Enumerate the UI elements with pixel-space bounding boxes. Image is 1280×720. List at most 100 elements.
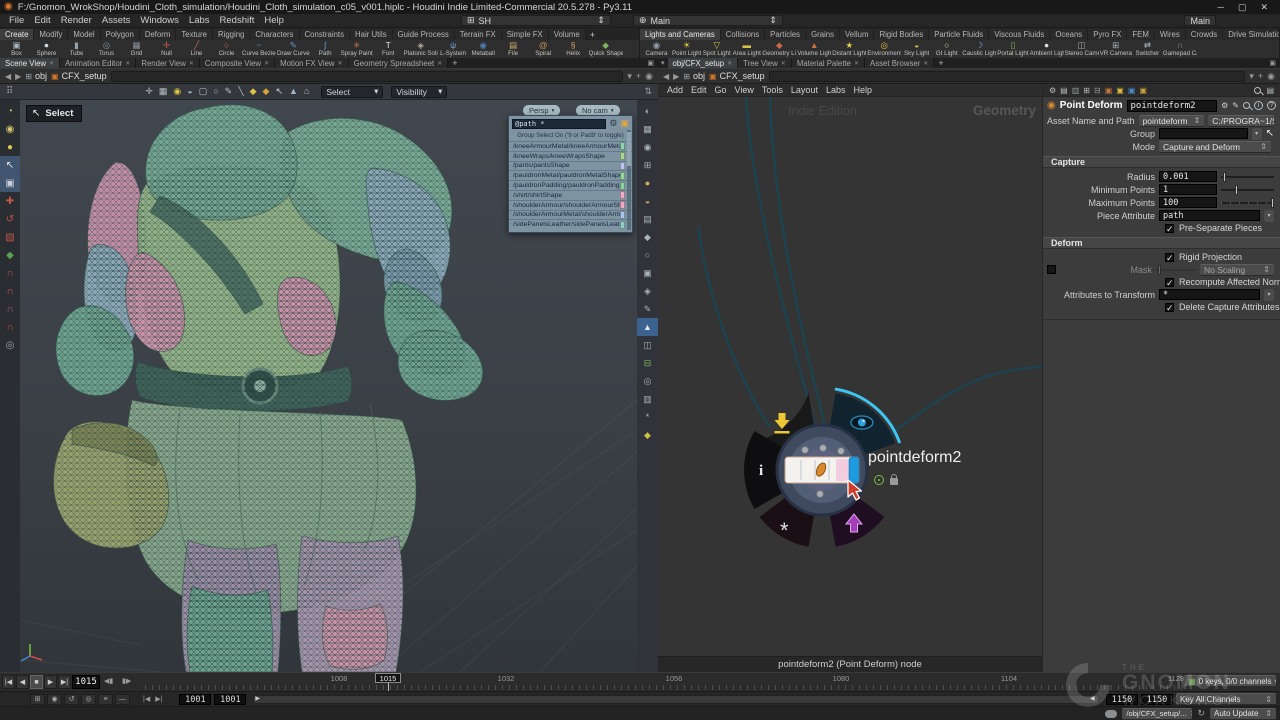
shelf-tool[interactable]: ◎ Torus [92,40,121,58]
link-icon[interactable]: ◉ [645,71,653,82]
network-menu-item[interactable]: Labs [822,85,850,95]
toolbox-tool-icon[interactable]: ∩ [0,318,20,336]
close-button[interactable]: ✕ [1260,2,1268,13]
menu-item[interactable]: Redshift [215,15,260,26]
group-list-item[interactable]: /kneeArmourMetal/kneeArmourMetal [509,141,632,151]
global-range-start-field[interactable]: 1001 [179,694,211,705]
popup-scrollbar[interactable] [627,130,631,230]
minimize-button[interactable]: ─ [1218,2,1224,13]
pane-tab[interactable]: Geometry Spreadsheet ✕ [349,58,449,68]
toolbox-tool-icon[interactable]: ◎ [0,336,20,354]
shelf-tab[interactable]: Polygon [101,29,140,40]
close-tab-icon[interactable]: ✕ [264,60,269,67]
pane-tab[interactable]: obj/CFX_setup ✕ [668,58,739,68]
shelf-tab[interactable]: Vellum [840,29,874,40]
max-points-slider[interactable] [1221,197,1274,209]
vp-tool-icon[interactable]: ○ [213,86,218,97]
shelf-tab[interactable]: Texture [176,29,213,40]
fast-forward-button[interactable]: ▶| [58,675,71,689]
close-tab-icon[interactable]: ✕ [338,60,343,67]
close-tab-icon[interactable]: ✕ [854,60,859,67]
shelf-tool[interactable]: § Helix [559,40,588,58]
help-icon[interactable]: ? [1267,101,1276,110]
node-name-field[interactable]: pointdeform2 [1127,100,1218,112]
refresh-icon[interactable]: ↻ [1197,708,1205,719]
shelf-tool[interactable]: ▽ Spot Light [702,40,731,58]
grip-icon[interactable]: ⠿ [6,86,13,97]
display-option-icon[interactable]: ▲ [637,318,658,336]
display-option-icon[interactable]: ◆ [637,228,658,246]
shelf-tab[interactable]: Modify [34,29,68,40]
update-mode-dropdown[interactable]: Auto Update⇕ [1210,708,1276,720]
params-toolbar-icon[interactable]: ⊟ [1094,86,1101,95]
current-frame-field[interactable]: 1015 [72,675,100,689]
attrs-transform-input[interactable]: * [1159,289,1260,300]
pane-tab[interactable]: Material Palette ✕ [792,58,865,68]
display-option-icon[interactable]: ▥ [637,390,658,408]
toolbox-tool-icon[interactable]: ∩ [0,264,20,282]
shelf-tab[interactable]: Constraints [300,29,350,40]
chevron-down-icon[interactable]: ▾ [627,71,632,82]
sort-icon[interactable]: ⇅ [644,86,652,97]
close-tab-icon[interactable]: ✕ [727,60,732,67]
shelf-tool[interactable]: ▣ Box [2,40,31,58]
menu-item[interactable]: Windows [135,15,184,26]
shelf-tool[interactable]: ✳ Spray Paint [341,40,373,58]
asset-name-dropdown[interactable]: pointdeform⇕ [1139,115,1205,127]
path-field[interactable] [111,71,624,82]
shelf-tab[interactable]: Rigging [213,29,250,40]
info-icon[interactable]: i [1254,101,1263,110]
pane-tab[interactable]: Scene View ✕ [0,58,60,68]
shelf-tab[interactable]: Lights and Cameras [640,29,721,40]
display-option-icon[interactable]: ◉ [637,138,658,156]
back-icon[interactable]: ◀ [663,72,669,81]
close-tab-icon[interactable]: ✕ [781,60,786,67]
gear-icon[interactable]: ⚙ [1221,101,1228,110]
range-end-icon[interactable]: ▶| [155,695,162,703]
close-tab-icon[interactable]: ✕ [923,60,928,67]
menu-item[interactable]: File [4,15,29,26]
pencil-icon[interactable]: ✎ [1232,101,1239,110]
menu-item[interactable]: Edit [29,15,55,26]
playbar-option-icon[interactable]: ⊞ [30,694,45,705]
range-start-icon[interactable]: |◀ [143,695,150,703]
desktop-selector[interactable]: ⊕ Main ⇕ [633,15,783,26]
shelf-tool[interactable]: ▤ File [499,40,528,58]
toolbox-tool-icon[interactable]: ▣ [0,174,20,192]
close-tab-icon[interactable]: ✕ [49,60,54,67]
group-list-item[interactable]: /pauldronMetal/pauldronMetalShape [509,170,632,180]
gear-icon[interactable]: ⚙ [609,118,617,129]
shelf-tool[interactable]: ψ L-System [439,40,468,58]
visibility-dropdown[interactable]: Visibility ▾ [391,86,447,98]
toolbox-tool-icon[interactable]: ∩ [0,282,20,300]
shelf-tool[interactable]: ⊞ VR Camera [1100,40,1132,58]
shelf-tab[interactable]: Particles [765,29,806,40]
message-bubble-icon[interactable] [1105,710,1117,718]
menu-item[interactable]: Assets [97,15,136,26]
group-filter-field[interactable]: @path * [512,119,606,129]
display-option-icon[interactable]: * [637,408,658,426]
shelf-tab[interactable]: Volume [549,29,586,40]
shelf-tab[interactable]: Oceans [1050,29,1088,40]
shelf-tool[interactable]: ◒ Sky Light [902,40,931,58]
add-pane-tab-icon[interactable]: + [448,58,461,68]
display-option-icon[interactable]: ◒ [637,192,658,210]
params-toolbar-icon[interactable]: ▣ [1116,86,1124,95]
group-list-item[interactable]: /shirt/shirtShape [509,190,632,200]
vp-tool-icon[interactable]: ╲ [238,86,243,97]
display-option-icon[interactable]: ◐ [637,102,658,120]
shelf-tab[interactable]: Wires [1155,29,1186,40]
shelf-tool[interactable]: ◎ Environment Light [867,40,901,58]
path-node[interactable]: ▣CFX_setup [51,71,107,81]
shelf-tool[interactable]: ● Sphere [32,40,61,58]
display-option-icon[interactable]: ⊞ [637,156,658,174]
toolbox-tool-icon[interactable]: ● [0,138,20,156]
deform-section-header[interactable]: Deform [1043,237,1280,249]
shelf-tab[interactable]: Rigid Bodies [874,29,929,40]
chevron-down-icon[interactable]: ▾ [1264,289,1274,301]
group-list-item[interactable]: /shoulderArmourMetal/shoulderArmo [509,210,632,220]
playback-range-end-field[interactable]: 1150 [1106,694,1138,705]
display-option-icon[interactable]: ✎ [637,300,658,318]
group-input[interactable] [1159,128,1248,139]
params-toolbar-icon[interactable]: ⊞ [1083,86,1090,95]
